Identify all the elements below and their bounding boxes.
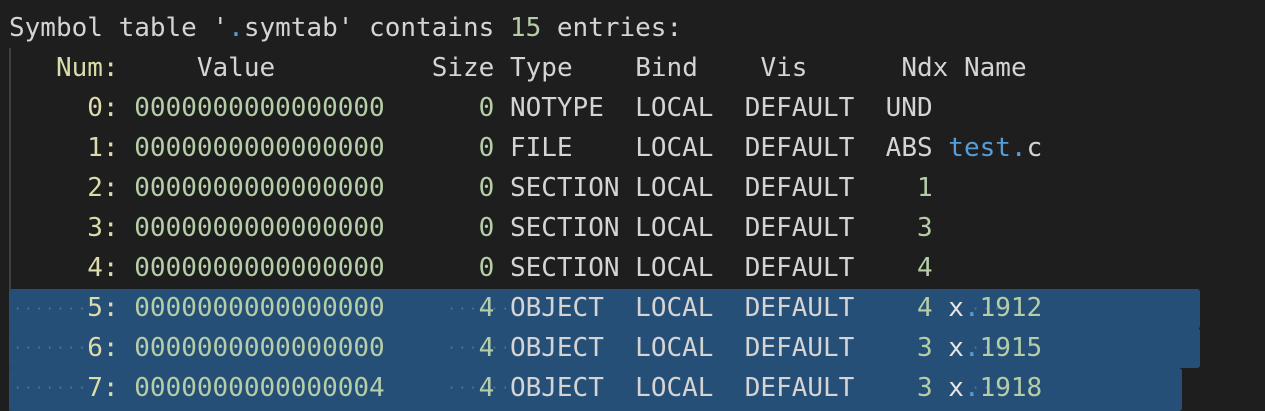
row-size: 0 bbox=[478, 133, 495, 163]
table-row: 1: 0000000000000000 0 FILE LOCAL DEFAULT… bbox=[9, 128, 1042, 168]
row-type: OBJECT bbox=[509, 373, 604, 403]
row-type: SECTION bbox=[509, 173, 620, 203]
row-size: 4 bbox=[478, 293, 495, 323]
row-num: 0: bbox=[87, 93, 119, 123]
row-name-dot: . bbox=[963, 293, 980, 323]
row-name-ext: 1912 bbox=[979, 293, 1043, 323]
row-size: 4 bbox=[478, 373, 495, 403]
row-value: 0000000000000000 bbox=[134, 173, 385, 203]
row-size: 0 bbox=[478, 213, 495, 243]
row-type: OBJECT bbox=[509, 293, 604, 323]
row-name-dot: . bbox=[963, 333, 980, 363]
row-name-ext: 1915 bbox=[979, 333, 1043, 363]
row-value: 0000000000000000 bbox=[134, 333, 385, 363]
row-vis: DEFAULT bbox=[744, 293, 855, 323]
column-header-row: Num: Value Size Type Bind Vis Ndx Name bbox=[9, 48, 1027, 88]
table-row: 3: 0000000000000000 0 SECTION LOCAL DEFA… bbox=[9, 208, 933, 248]
row-name-base: x bbox=[948, 373, 964, 403]
row-size: 4 bbox=[478, 333, 495, 363]
table-row-selected: 5: 0000000000000000 4 OBJECT LOCAL DEFAU… bbox=[9, 288, 1042, 328]
col-num: Num: bbox=[55, 53, 119, 83]
header-prefix: Symbol table ' bbox=[9, 13, 229, 43]
row-ndx: 1 bbox=[916, 173, 933, 203]
row-size: 0 bbox=[478, 173, 495, 203]
row-bind: LOCAL bbox=[635, 173, 714, 203]
row-value: 0000000000000000 bbox=[134, 93, 385, 123]
row-name-dot: . bbox=[1010, 133, 1027, 163]
code-editor[interactable]: ······· ······· ······· ······ ······ ··… bbox=[0, 0, 1265, 411]
row-bind: LOCAL bbox=[635, 293, 714, 323]
row-bind: LOCAL bbox=[635, 333, 714, 363]
row-vis: DEFAULT bbox=[744, 93, 855, 123]
col-size: Size bbox=[431, 53, 495, 83]
header-section: symtab bbox=[243, 13, 338, 43]
row-ndx: 3 bbox=[916, 333, 933, 363]
row-num: 5: bbox=[87, 293, 119, 323]
row-name-base: x bbox=[948, 333, 964, 363]
row-vis: DEFAULT bbox=[744, 373, 855, 403]
row-bind: LOCAL bbox=[635, 93, 714, 123]
row-vis: DEFAULT bbox=[744, 253, 855, 283]
row-bind: LOCAL bbox=[635, 133, 714, 163]
header-dot: . bbox=[228, 13, 244, 43]
row-bind: LOCAL bbox=[635, 373, 714, 403]
row-name-base: test bbox=[948, 133, 1011, 163]
row-size: 0 bbox=[478, 253, 495, 283]
row-type: OBJECT bbox=[509, 333, 604, 363]
symbol-table-header: Symbol table '.symtab' contains 15 entri… bbox=[9, 8, 682, 48]
row-name-base: x bbox=[948, 293, 964, 323]
col-ndx: Ndx bbox=[901, 53, 949, 83]
row-num: 3: bbox=[87, 213, 119, 243]
row-value: 0000000000000000 bbox=[134, 293, 385, 323]
row-vis: DEFAULT bbox=[744, 213, 855, 243]
table-row-selected: 6: 0000000000000000 4 OBJECT LOCAL DEFAU… bbox=[9, 328, 1042, 368]
row-ndx: ABS bbox=[885, 133, 933, 163]
col-value: Value bbox=[196, 53, 276, 83]
table-row: 0: 0000000000000000 0 NOTYPE LOCAL DEFAU… bbox=[9, 88, 933, 128]
row-name-ext: c bbox=[1026, 133, 1043, 163]
header-count: 15 bbox=[509, 13, 542, 43]
table-row-selected: 7: 0000000000000004 4 OBJECT LOCAL DEFAU… bbox=[9, 368, 1042, 408]
row-ndx: 4 bbox=[916, 293, 933, 323]
row-ndx: UND bbox=[885, 93, 933, 123]
table-row: 2: 0000000000000000 0 SECTION LOCAL DEFA… bbox=[9, 168, 933, 208]
row-num: 2: bbox=[87, 173, 119, 203]
col-vis: Vis bbox=[760, 53, 808, 83]
row-value: 0000000000000000 bbox=[134, 133, 385, 163]
col-type: Type bbox=[509, 53, 573, 83]
row-size: 0 bbox=[478, 93, 495, 123]
row-ndx: 3 bbox=[916, 373, 933, 403]
row-type: SECTION bbox=[509, 253, 620, 283]
header-suffix: entries: bbox=[541, 13, 683, 43]
row-type: NOTYPE bbox=[509, 93, 604, 123]
row-num: 1: bbox=[87, 133, 119, 163]
row-bind: LOCAL bbox=[635, 213, 714, 243]
row-ndx: 4 bbox=[916, 253, 933, 283]
col-name: Name bbox=[964, 53, 1027, 83]
row-num: 4: bbox=[87, 253, 119, 283]
header-middle: ' contains bbox=[337, 13, 510, 43]
table-row: 4: 0000000000000000 0 SECTION LOCAL DEFA… bbox=[9, 248, 933, 288]
row-vis: DEFAULT bbox=[744, 133, 855, 163]
row-type: FILE bbox=[509, 133, 573, 163]
row-name-ext: 1918 bbox=[979, 373, 1043, 403]
row-value: 0000000000000004 bbox=[134, 373, 385, 403]
row-vis: DEFAULT bbox=[744, 173, 855, 203]
col-bind: Bind bbox=[635, 53, 698, 83]
row-num: 6: bbox=[87, 333, 119, 363]
row-num: 7: bbox=[87, 373, 119, 403]
row-type: SECTION bbox=[509, 213, 620, 243]
row-name-dot: . bbox=[963, 373, 980, 403]
row-vis: DEFAULT bbox=[744, 333, 855, 363]
row-value: 0000000000000000 bbox=[134, 253, 385, 283]
row-bind: LOCAL bbox=[635, 253, 714, 283]
row-ndx: 3 bbox=[916, 213, 933, 243]
row-value: 0000000000000000 bbox=[134, 213, 385, 243]
